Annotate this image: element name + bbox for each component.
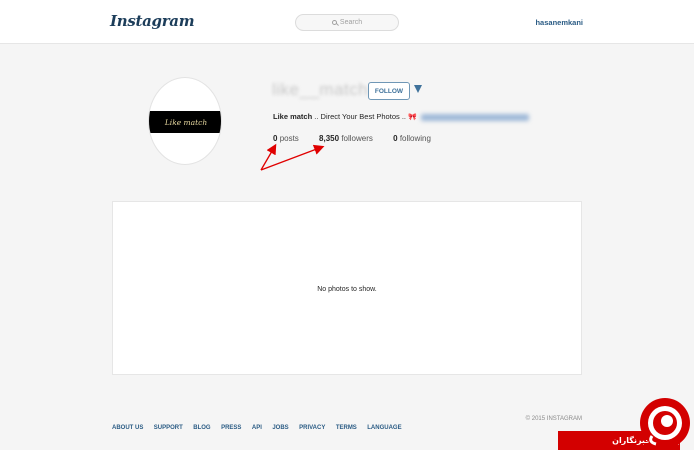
empty-photos-message: No photos to show. [317, 286, 377, 293]
footer-link-press[interactable]: PRESS [221, 425, 241, 431]
footer-link-blog[interactable]: BLOG [193, 425, 210, 431]
copyright-text: © 2015 INSTAGRAM [525, 416, 582, 422]
footer-link-about[interactable]: ABOUT US [112, 425, 143, 431]
arrow-to-posts [260, 143, 277, 171]
footer-link-language[interactable]: LANGUAGE [367, 425, 401, 431]
footer-link-api[interactable]: API [252, 425, 262, 431]
footer-link-terms[interactable]: TERMS [336, 425, 357, 431]
footer-links: ABOUT US SUPPORT BLOG PRESS API JOBS PRI… [112, 416, 408, 434]
arrow-to-followers [260, 144, 325, 171]
footer-link-privacy[interactable]: PRIVACY [299, 425, 325, 431]
watermark-logo-icon [640, 398, 690, 448]
footer-link-jobs[interactable]: JOBS [272, 425, 288, 431]
footer-link-support[interactable]: SUPPORT [154, 425, 183, 431]
photo-grid-empty: No photos to show. [112, 201, 582, 375]
